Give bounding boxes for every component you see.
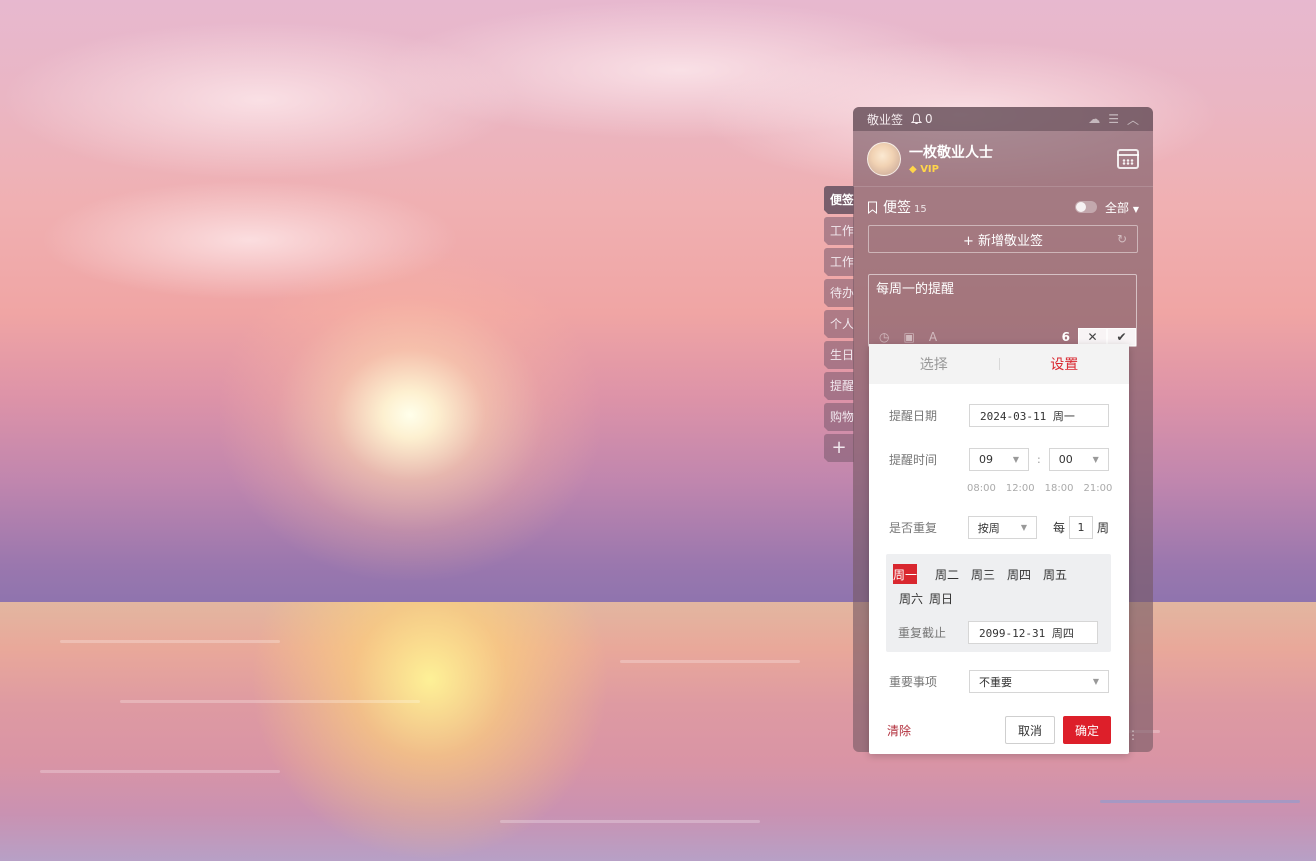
notes-header: 便签 15 全部 ▼	[853, 189, 1153, 225]
cloud-sync-icon[interactable]: ☁	[1088, 112, 1100, 126]
lock-icon[interactable]: ▣	[903, 330, 914, 344]
menu-icon[interactable]: ☰	[1108, 112, 1119, 126]
day-tue[interactable]: 周二	[929, 564, 965, 584]
weekday-panel: 周一 周二 周三 周四 周五 周六 周日 重复截止 2099-12-31 周四	[886, 554, 1111, 652]
until-label: 重复截止	[898, 626, 947, 640]
user-bar: 一枚敬业人士 ◆ VIP	[853, 131, 1153, 187]
cancel-button[interactable]: 取消	[1005, 716, 1055, 744]
date-row: 提醒日期 2024-03-11 周一	[889, 404, 1109, 427]
char-count: 6	[1061, 329, 1070, 344]
quick-time-0800[interactable]: 08:00	[967, 483, 996, 494]
day-sun[interactable]: 周日	[929, 588, 953, 608]
until-field[interactable]: 2099-12-31 周四	[968, 621, 1098, 644]
tab-settings[interactable]: 设置	[1000, 354, 1130, 374]
close-icon[interactable]: ✕	[1078, 327, 1107, 346]
bell-icon	[911, 113, 923, 124]
clear-button[interactable]: 清除	[887, 722, 911, 739]
category-tab-notes[interactable]: 便签	[824, 186, 854, 214]
caret-down-icon: ▼	[1132, 204, 1139, 214]
category-tab-work[interactable]: 工作	[824, 217, 854, 245]
category-tab-personal[interactable]: 个人	[824, 310, 854, 338]
quick-time-2100[interactable]: 21:00	[1083, 483, 1112, 494]
notifications[interactable]: 0	[911, 112, 933, 126]
app-title: 敬业签	[867, 112, 904, 127]
importance-label: 重要事项	[889, 675, 938, 689]
caret-down-icon: ▼	[1092, 455, 1099, 464]
category-tab-todo[interactable]: 待办	[824, 279, 854, 307]
add-category-button[interactable]: +	[824, 434, 854, 462]
collapse-icon[interactable]: ︿	[1127, 111, 1139, 128]
date-field[interactable]: 2024-03-11 周一	[969, 404, 1109, 427]
category-tab-work-2[interactable]: 工作	[824, 248, 854, 276]
hour-select[interactable]: 09 ▼	[969, 448, 1029, 471]
clock-icon[interactable]: ◷	[879, 330, 889, 344]
confirm-button[interactable]: 确定	[1063, 716, 1111, 744]
notes-count: 15	[914, 203, 927, 215]
filter-dropdown[interactable]: 全部 ▼	[1105, 199, 1139, 216]
day-thu[interactable]: 周四	[1001, 564, 1037, 584]
date-label: 提醒日期	[889, 409, 938, 423]
time-row: 提醒时间 09 ▼ : 00 ▼	[889, 448, 1109, 471]
category-tab-shopping[interactable]: 购物	[824, 403, 854, 431]
vip-badge: ◆ VIP	[909, 164, 939, 175]
quick-time-1800[interactable]: 18:00	[1045, 483, 1074, 494]
diamond-icon: ◆	[909, 164, 917, 175]
reminder-popup: 选择 设置 提醒日期 2024-03-11 周一 提醒时间 09 ▼ : 00 ▼ …	[869, 344, 1129, 754]
day-mon[interactable]: 周一	[893, 564, 917, 584]
font-color-icon[interactable]: A	[929, 330, 937, 344]
time-label: 提醒时间	[889, 453, 938, 467]
category-tab-birthday[interactable]: 生日	[824, 341, 854, 369]
interval-input[interactable]: 1	[1068, 516, 1093, 539]
add-note-button[interactable]: + 新增敬业签 ↻	[868, 225, 1138, 253]
repeat-label: 是否重复	[889, 521, 938, 535]
notification-count: 0	[925, 112, 933, 126]
importance-row: 重要事项 不重要 ▼	[889, 670, 1109, 693]
caret-down-icon: ▼	[1020, 523, 1027, 532]
repeat-until-row: 重复截止 2099-12-31 周四	[898, 621, 1098, 644]
popup-tabs: 选择 设置	[869, 344, 1129, 384]
view-toggle[interactable]	[1075, 201, 1097, 213]
quick-time-1200[interactable]: 12:00	[1006, 483, 1035, 494]
bookmark-icon	[868, 201, 877, 214]
avatar[interactable]	[867, 141, 901, 176]
popup-footer: 清除 取消 确定	[887, 716, 1111, 744]
widget-titlebar[interactable]: 敬业签 0 ☁ ☰ ︿	[853, 107, 1153, 131]
repeat-interval: 每 1 周	[1053, 516, 1109, 539]
note-editor[interactable]: 每周一的提醒 ◷ ▣ A 6 ✕ ✔	[868, 274, 1137, 347]
day-fri[interactable]: 周五	[1037, 564, 1073, 584]
day-sat[interactable]: 周六	[893, 588, 929, 608]
sun	[220, 250, 600, 580]
check-icon[interactable]: ✔	[1107, 327, 1136, 346]
caret-down-icon: ▼	[1092, 677, 1099, 686]
repeat-row: 是否重复 按周 ▼ 每 1 周	[889, 516, 1109, 539]
tab-select[interactable]: 选择	[869, 354, 999, 374]
category-tab-reminder[interactable]: 提醒	[824, 372, 854, 400]
quick-times: 08:00 12:00 18:00 21:00	[967, 483, 1112, 494]
importance-select[interactable]: 不重要 ▼	[969, 670, 1109, 693]
category-tabs: 便签 工作 工作 待办 个人 生日 提醒 购物 +	[824, 186, 854, 465]
notes-label: 便签	[883, 200, 911, 216]
day-wed[interactable]: 周三	[965, 564, 1001, 584]
minute-select[interactable]: 00 ▼	[1048, 448, 1109, 471]
note-text[interactable]: 每周一的提醒	[869, 275, 1136, 300]
user-name: 一枚敬业人士	[909, 145, 993, 161]
calendar-icon[interactable]	[1117, 148, 1139, 169]
repeat-select[interactable]: 按周 ▼	[967, 516, 1037, 539]
refresh-icon[interactable]: ↻	[1117, 232, 1127, 246]
caret-down-icon: ▼	[1012, 455, 1019, 464]
